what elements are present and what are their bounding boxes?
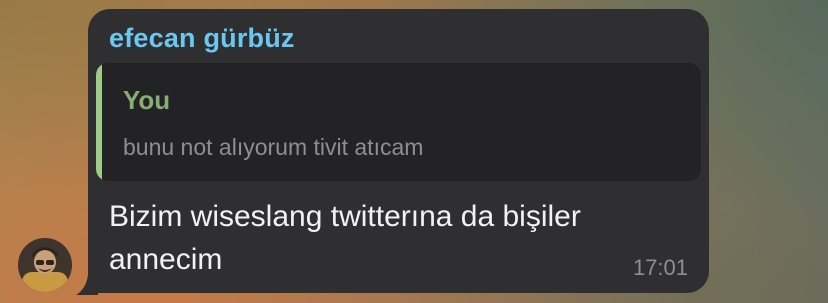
reply-accent-bar bbox=[96, 63, 102, 181]
sender-avatar[interactable] bbox=[18, 238, 72, 292]
message-bubble[interactable]: efecan gürbüz You bunu not alıyorum tivi… bbox=[88, 9, 709, 293]
message-text: Bizim wiseslang twitterına da bişiler an… bbox=[109, 195, 649, 281]
reply-author: You bbox=[123, 85, 171, 115]
message-line-1: Bizim wiseslang twitterına da bişiler bbox=[109, 200, 581, 233]
message-timestamp: 17:01 bbox=[632, 255, 688, 280]
reply-preview[interactable]: You bunu not alıyorum tivit atıcam bbox=[96, 63, 701, 181]
message-line-2: annecim bbox=[109, 243, 223, 276]
avatar-photo-icon bbox=[18, 238, 72, 292]
sender-name[interactable]: efecan gürbüz bbox=[109, 23, 295, 54]
reply-text: bunu not alıyorum tivit atıcam bbox=[123, 134, 424, 160]
